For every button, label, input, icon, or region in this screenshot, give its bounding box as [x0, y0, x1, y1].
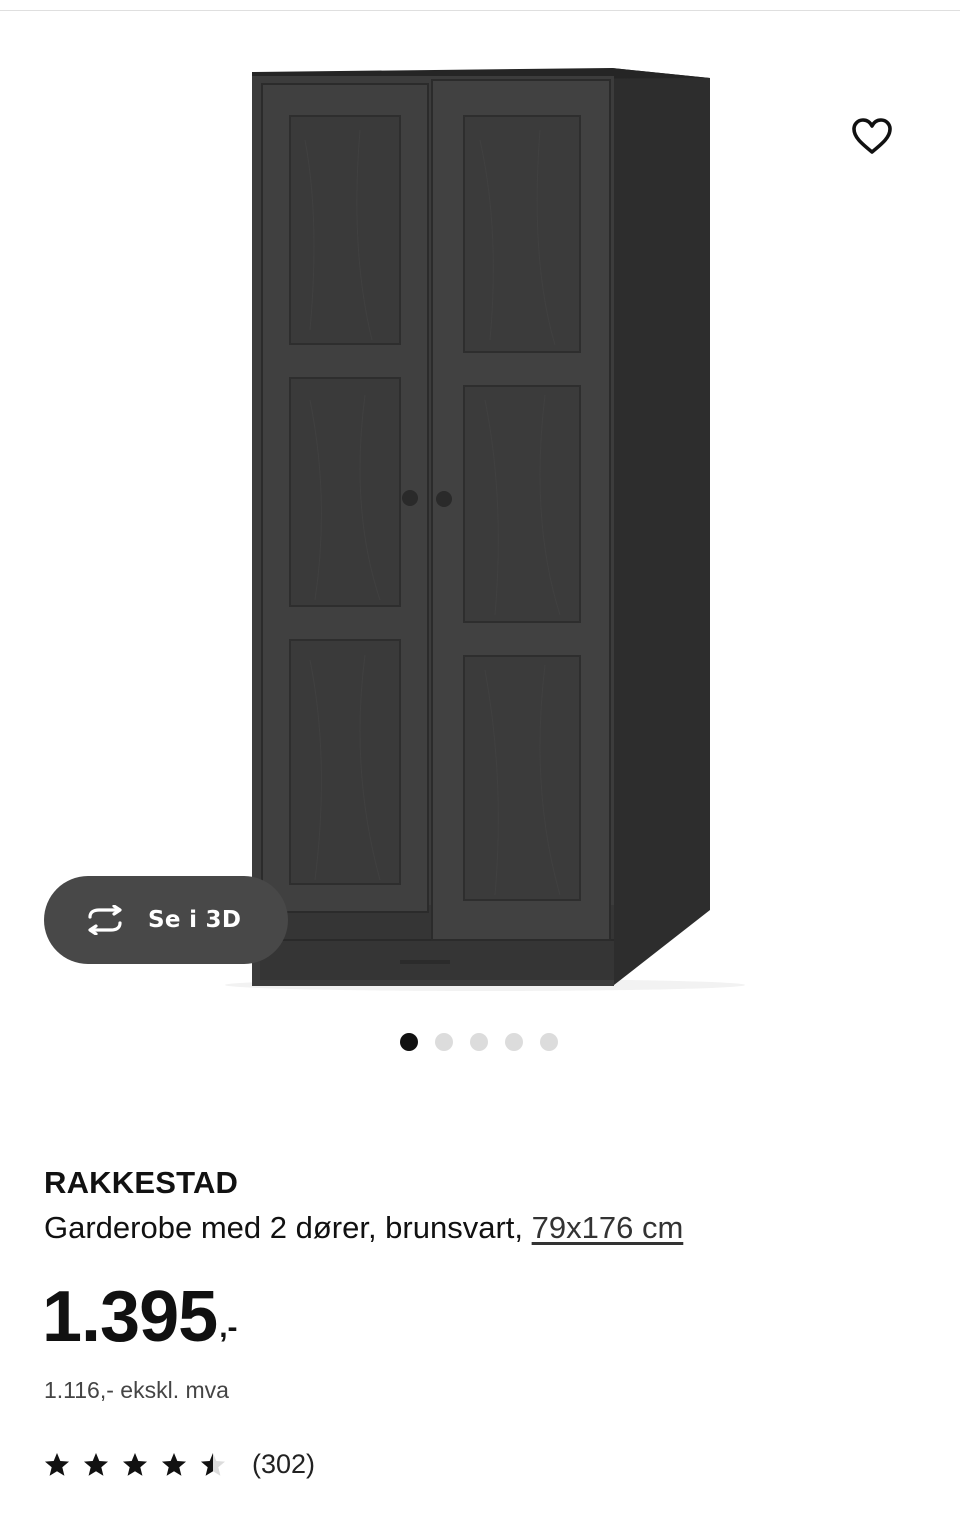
view-in-3d-label: Se i 3D	[148, 907, 242, 933]
product-size-link[interactable]: 79x176 cm	[532, 1210, 684, 1245]
rotate-3d-icon	[82, 905, 128, 935]
top-divider	[0, 10, 960, 11]
carousel-dot[interactable]	[435, 1033, 453, 1051]
heart-outline-icon	[852, 118, 892, 154]
star-half-icon	[201, 1452, 225, 1476]
star-full-icon	[162, 1452, 186, 1476]
star-full-icon	[84, 1452, 108, 1476]
product-description-text: Garderobe med 2 dører, brunsvart,	[44, 1210, 524, 1245]
carousel-dot[interactable]	[505, 1033, 523, 1051]
rating[interactable]: (302)	[44, 1444, 315, 1484]
carousel-dot[interactable]	[400, 1033, 418, 1051]
view-in-3d-button[interactable]: Se i 3D	[44, 876, 288, 964]
rating-stars	[44, 1452, 226, 1477]
carousel-dot[interactable]	[540, 1033, 558, 1051]
carousel-dot[interactable]	[470, 1033, 488, 1051]
star-full-icon	[45, 1452, 69, 1476]
favorite-button[interactable]	[846, 110, 898, 162]
star-full-icon	[123, 1452, 147, 1476]
price-excluding-vat: 1.116,- ekskl. mva	[44, 1377, 229, 1403]
price-main: 1.395	[42, 1277, 218, 1357]
product-name: RAKKESTAD	[44, 1165, 239, 1200]
image-carousel-dots	[400, 1032, 558, 1052]
price-suffix: ,-	[219, 1311, 238, 1344]
product-description: Garderobe med 2 dører, brunsvart, 79x176…	[44, 1210, 683, 1246]
product-price: 1.395 ,-	[42, 1278, 238, 1356]
review-count: (302)	[252, 1448, 316, 1479]
